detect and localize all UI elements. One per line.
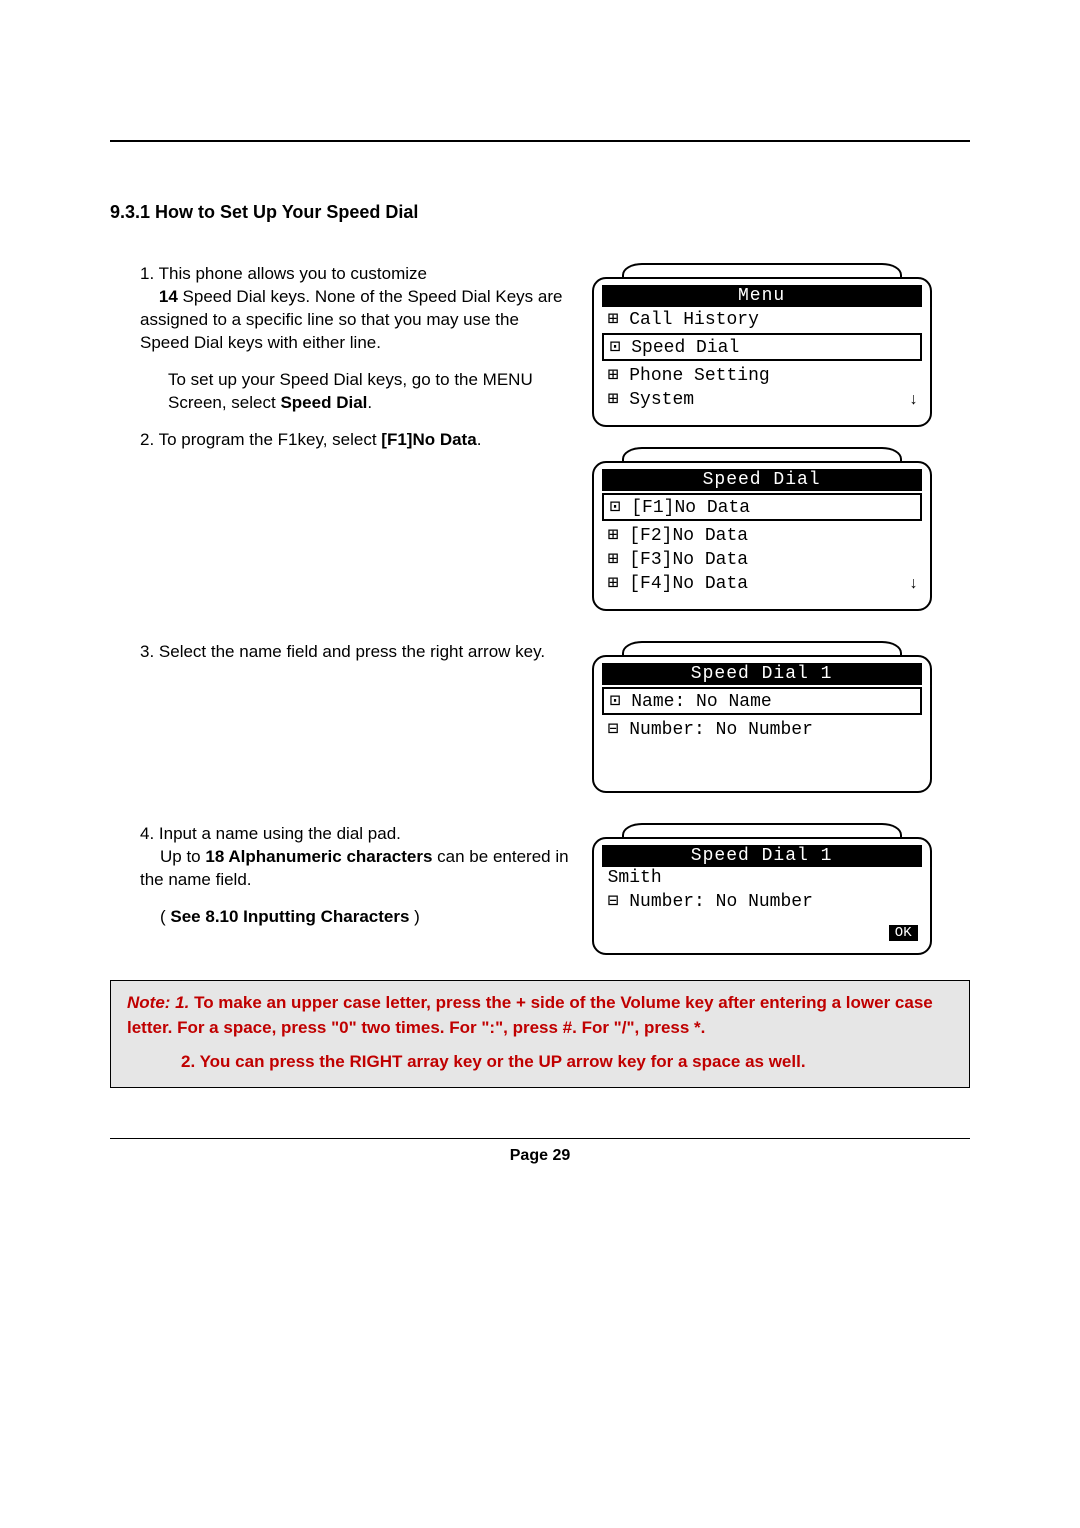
lcd1-line3: ⊞ System	[602, 387, 922, 411]
lcd4-title: Speed Dial 1	[602, 845, 922, 867]
lcd2-title: Speed Dial	[602, 469, 922, 491]
lcd1-title: Menu	[602, 285, 922, 307]
note-box: Note: 1. To make an upper case letter, p…	[110, 980, 970, 1088]
lcd1-line1: ⊡ Speed Dial	[602, 333, 922, 361]
page-number: Page 29	[510, 1147, 570, 1164]
section-heading: 9.3.1 How to Set Up Your Speed Dial	[110, 202, 970, 223]
lcd2-line3: ⊞ [F4]No Data	[602, 571, 922, 595]
lcd4-line0: Smith	[602, 867, 922, 889]
lcd3-line1: ⊟ Number: No Number	[602, 717, 922, 741]
lcd2-line1: ⊞ [F2]No Data	[602, 523, 922, 547]
step1-p1: 1. This phone allows you to customize 14…	[140, 263, 572, 355]
lcd2-line2: ⊞ [F3]No Data	[602, 547, 922, 571]
lcd2-line0: ⊡ [F1]No Data	[602, 493, 922, 521]
lcd4-line1: ⊟ Number: No Number	[602, 889, 922, 913]
note-body-1: To make an upper case letter, press the …	[127, 993, 933, 1037]
note-prefix: Note: 1.	[127, 993, 189, 1012]
lcd3-line0: ⊡ Name: No Name	[602, 687, 922, 715]
step1-p2: To set up your Speed Dial keys, go to th…	[140, 369, 572, 415]
step3: 3. Select the name field and press the r…	[140, 641, 572, 664]
lcd-speed-dial-1-name: Speed Dial 1 ⊡ Name: No Name ⊟ Number: N…	[592, 641, 932, 793]
ok-badge: OK	[889, 925, 918, 941]
step2: 2. To program the F1key, select [F1]No D…	[140, 429, 572, 452]
step4-see: ( See 8.10 Inputting Characters )	[140, 906, 572, 929]
note-body-2: 2. You can press the RIGHT array key or …	[127, 1050, 953, 1075]
top-rule	[110, 140, 970, 142]
lcd-speed-dial-1-input: Speed Dial 1 Smith ⊟ Number: No Number O…	[592, 823, 932, 955]
page-footer: Page 29	[110, 1138, 970, 1165]
lcd1-line2: ⊞ Phone Setting	[602, 363, 922, 387]
step2-num: 2.	[140, 430, 154, 449]
step3-num: 3.	[140, 642, 154, 661]
lcd-speed-dial: Speed Dial ⊡ [F1]No Data ⊞ [F2]No Data ⊞…	[592, 447, 932, 611]
down-arrow-icon: ↓	[910, 391, 918, 409]
step1-num: 1.	[140, 264, 154, 283]
lcd-menu: Menu ⊞ Call History ⊡ Speed Dial ⊞ Phone…	[592, 263, 932, 427]
lcd3-title: Speed Dial 1	[602, 663, 922, 685]
lcd1-line0: ⊞ Call History	[602, 307, 922, 331]
down-arrow-icon: ↓	[910, 575, 918, 593]
step4-p1: 4. Input a name using the dial pad. Up t…	[140, 823, 572, 892]
